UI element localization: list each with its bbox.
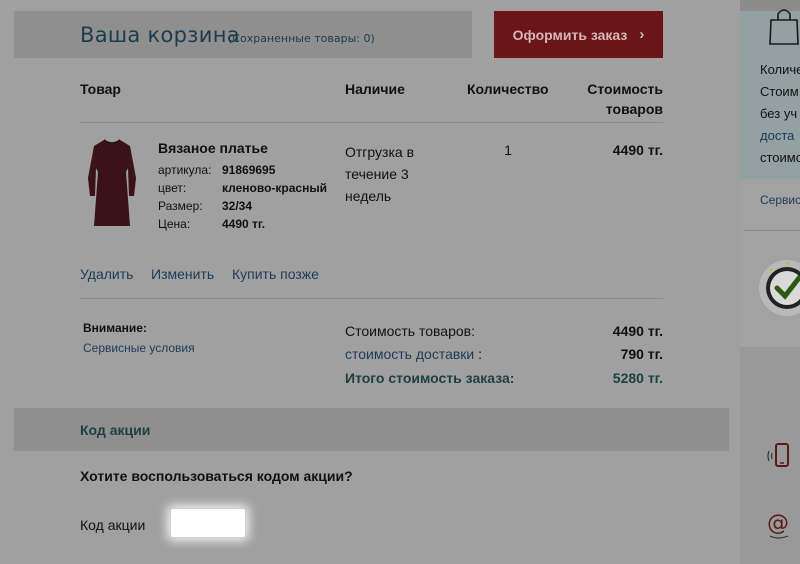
at-sign-icon[interactable]: @ [764, 508, 794, 540]
sidebar-text-line: стоимо [760, 150, 800, 165]
delivery-cost-link[interactable]: стоимость доставки [345, 346, 474, 362]
promo-code-input[interactable] [170, 508, 246, 538]
delete-item-link[interactable]: Удалить [80, 266, 133, 282]
delivery-cost-value: 790 тг. [620, 346, 663, 362]
size-label: Размер: [158, 199, 203, 213]
items-cost-value: 4490 тг. [612, 323, 663, 339]
checkout-button[interactable]: Оформить заказ › [494, 11, 663, 58]
promo-code-label: Код акции [80, 517, 146, 533]
svg-text:@: @ [767, 511, 789, 536]
attention-heading: Внимание: [83, 321, 147, 335]
color-label: цвет: [158, 181, 187, 195]
chevron-right-icon: › [639, 26, 645, 43]
quantity-value[interactable]: 1 [500, 142, 516, 158]
divider [80, 122, 663, 123]
product-name[interactable]: Вязаное платье [158, 140, 268, 156]
availability-text: Отгрузка в течение 3 недель [345, 141, 445, 207]
delivery-colon: : [478, 346, 483, 362]
promo-section-title: Код акции [80, 422, 151, 438]
page-title: Ваша корзина [80, 23, 240, 47]
buy-later-link[interactable]: Купить позже [232, 266, 319, 282]
order-total-value: 5280 тг. [612, 370, 663, 386]
sidebar-service-link[interactable]: Сервис [760, 193, 800, 207]
column-header-cost-line2: товаров [605, 101, 663, 117]
phone-icon[interactable] [766, 441, 796, 471]
availability-line: недель [345, 188, 392, 204]
divider [744, 230, 800, 231]
size-value: 32/34 [222, 199, 253, 213]
edit-item-link[interactable]: Изменить [151, 266, 214, 282]
sidebar-text-line: Количе [760, 62, 800, 77]
availability-line: Отгрузка в [345, 144, 415, 160]
checkout-button-label: Оформить заказ [512, 26, 628, 43]
color-value: кленово-красный [222, 181, 327, 195]
column-header-quantity: Количество [467, 81, 549, 97]
delivery-cost-row: стоимость доставки : [345, 346, 482, 362]
column-header-availability: Наличие [345, 81, 405, 97]
items-cost-label: Стоимость товаров: [345, 323, 475, 339]
sidebar-text-line: Стоим [760, 84, 799, 99]
shopping-bag-icon [769, 9, 799, 45]
order-total-label: Итого стоимость заказа: [345, 370, 515, 386]
column-header-cost: Стоимость товаров [563, 79, 663, 119]
cart-page: Ваша корзина (Сохраненные товары: 0) Офо… [0, 0, 740, 564]
column-header-product: Товар [80, 81, 121, 97]
availability-line: течение 3 [345, 166, 409, 182]
promo-question: Хотите воспользоваться кодом акции? [80, 468, 353, 484]
unit-price-label: Цена: [158, 217, 191, 231]
divider [80, 298, 663, 299]
sku-value: 91869695 [222, 163, 276, 177]
unit-price-value: 4490 тг. [222, 217, 266, 231]
item-total-price: 4490 тг. [612, 142, 663, 158]
trust-badge-icon[interactable] [757, 258, 800, 318]
service-terms-link[interactable]: Сервисные условия [83, 341, 195, 355]
sidebar-text-line: без уч [760, 106, 798, 121]
product-image[interactable] [84, 138, 140, 230]
column-header-cost-line1: Стоимость [587, 81, 663, 97]
saved-items-count[interactable]: (Сохраненные товары: 0) [228, 32, 375, 45]
sku-label: артикула: [158, 163, 212, 177]
sidebar-delivery-link[interactable]: доста [760, 128, 794, 143]
